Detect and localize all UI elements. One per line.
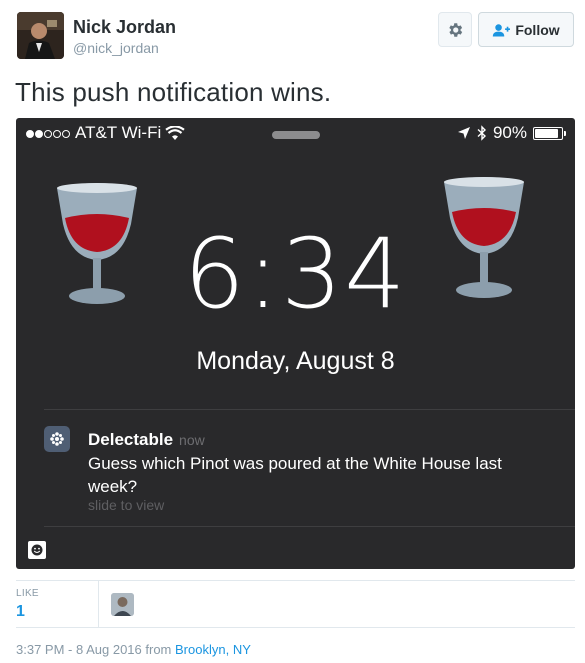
add-user-icon — [493, 23, 511, 37]
tweet-metadata: 3:37 PM - 8 Aug 2016 from Brooklyn, NY — [16, 642, 251, 657]
tweet-media-image[interactable]: AT&T Wi-Fi 90% 6:34 Monday, August 8 Del… — [16, 118, 575, 569]
stats-divider — [16, 627, 575, 628]
notification-app-label: Delectable — [88, 430, 174, 449]
author-avatar[interactable] — [17, 12, 64, 59]
carrier-label: AT&T Wi-Fi — [75, 123, 162, 142]
lock-screen-time: 6:34 — [183, 218, 408, 330]
lock-screen-date: Monday, August 8 — [196, 347, 395, 375]
author-handle[interactable]: @nick_jordan — [73, 40, 159, 56]
wifi-icon — [165, 125, 185, 140]
battery-percent: 90% — [492, 123, 527, 142]
from-word: from — [145, 642, 172, 657]
stats-divider — [16, 580, 575, 581]
delectable-app-icon — [44, 426, 70, 452]
battery-icon — [533, 126, 566, 140]
liker-photo — [111, 593, 134, 616]
notification-center-grabber — [272, 131, 320, 139]
notification-app-name: Delectable now — [88, 430, 205, 450]
follow-label: Follow — [515, 21, 560, 38]
gear-icon — [449, 22, 463, 37]
signal-strength-icon — [26, 123, 71, 143]
location-arrow-icon — [457, 127, 470, 139]
smiley-icon — [28, 541, 46, 559]
flower-icon — [50, 432, 64, 446]
tweet-location-link[interactable]: Brooklyn, NY — [175, 642, 251, 657]
liker-avatar[interactable] — [111, 593, 134, 616]
notification-time: now — [179, 432, 205, 448]
slide-to-view-hint: slide to view — [88, 497, 165, 513]
bluetooth-icon — [477, 125, 486, 141]
tweet-timestamp[interactable]: 3:37 PM - 8 Aug 2016 — [16, 642, 142, 657]
author-photo — [17, 12, 64, 59]
author-name[interactable]: Nick Jordan — [73, 17, 176, 38]
tweet-text: This push notification wins. — [15, 77, 332, 107]
stats-separator — [98, 580, 99, 627]
notification-divider — [44, 526, 575, 527]
like-count[interactable]: 1 — [16, 603, 25, 621]
notification-divider — [44, 409, 575, 410]
status-bar-left: AT&T Wi-Fi — [26, 123, 185, 143]
notification-body: Guess which Pinot was poured at the Whit… — [88, 454, 502, 496]
like-stat-label[interactable]: LIKE — [16, 588, 39, 599]
status-bar-right: 90% — [457, 123, 566, 143]
user-actions-button[interactable] — [438, 12, 472, 47]
follow-button[interactable]: Follow — [478, 12, 574, 47]
